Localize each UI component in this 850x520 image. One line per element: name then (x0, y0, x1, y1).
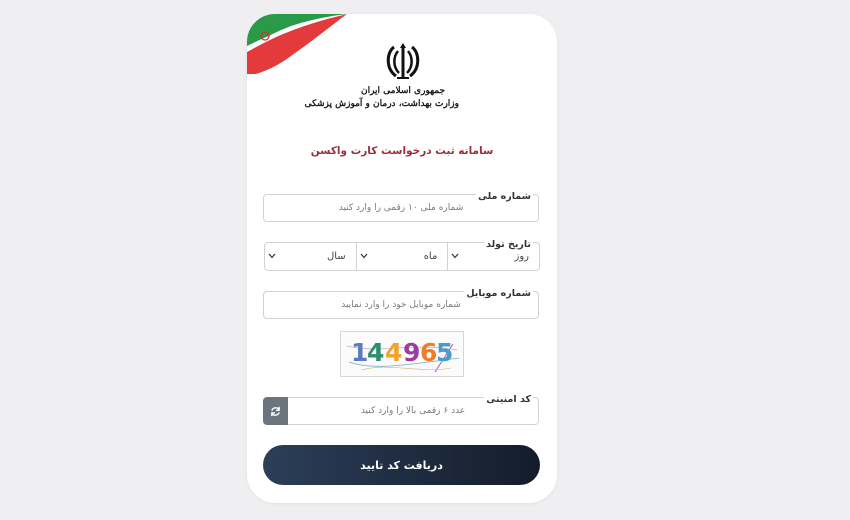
ministry-line-1: جمهوری اسلامی ایران (360, 86, 446, 96)
get-verification-code-button[interactable]: دریافت کد تایید (263, 445, 540, 485)
page-title: سامانه ثبت درخواست کارت واکسن (310, 145, 494, 157)
national-id-label: شماره ملی (475, 191, 533, 203)
captcha-digit: 1 (351, 338, 369, 367)
captcha-digit: 5 (436, 338, 454, 367)
birth-month-value: ماه (423, 251, 438, 262)
birth-month-select[interactable]: ماه (355, 243, 448, 270)
chevron-down-icon (451, 253, 459, 259)
captcha-digit: 9 (403, 338, 421, 367)
captcha-digit: 6 (420, 338, 438, 367)
iran-emblem-icon (386, 43, 420, 79)
ministry-logo-text: جمهوری اسلامی ایران وزارت بهداشت، درمان … (304, 85, 460, 111)
login-card: جمهوری اسلامی ایران وزارت بهداشت، درمان … (247, 14, 557, 503)
chevron-down-icon (268, 253, 276, 259)
refresh-captcha-button[interactable] (263, 397, 288, 425)
birth-year-select[interactable]: سال (265, 243, 356, 270)
captcha-digit: 4 (367, 338, 385, 367)
refresh-icon (271, 406, 280, 416)
chevron-down-icon (360, 253, 368, 259)
captcha-digit: 4 (385, 338, 403, 367)
captcha-image: 1 4 4 9 6 5 (340, 331, 464, 377)
mobile-label: شماره موبایل (464, 288, 533, 300)
birth-date-label: تاریخ تولد (484, 239, 533, 251)
iran-flag-ribbon (247, 14, 347, 74)
ministry-line-2: وزارت بهداشت، درمان و آموزش پزشکی (304, 99, 460, 109)
birth-year-value: سال (326, 251, 346, 262)
security-code-label: کد امنیتی (484, 394, 533, 406)
birth-day-value: روز (514, 251, 530, 262)
